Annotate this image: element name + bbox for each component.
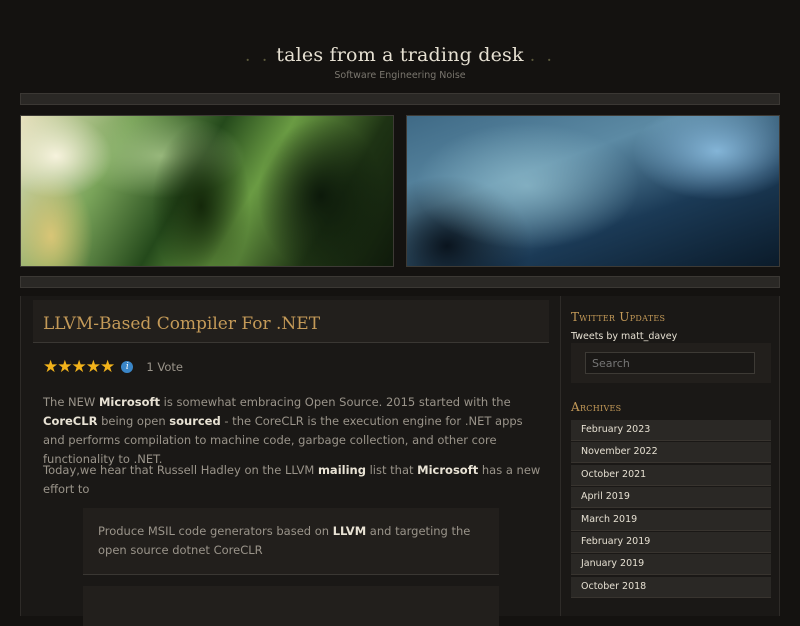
vote-count: 1 Vote	[146, 359, 183, 374]
main-content: LLVM-Based Compiler For .NET ★★★★★ i 1 V…	[20, 296, 561, 626]
text: list that	[365, 463, 418, 477]
archive-link[interactable]: March 2019	[571, 509, 771, 531]
keyword-link[interactable]: sourced	[169, 414, 220, 428]
search-widget	[571, 343, 771, 383]
archive-link[interactable]: November 2022	[571, 442, 771, 464]
post-rating: ★★★★★ i 1 Vote	[43, 356, 183, 377]
archive-link[interactable]: January 2019	[571, 554, 771, 576]
archive-link[interactable]: April 2019	[571, 487, 771, 509]
post-paragraph-2: Today,we hear that Russell Hadley on the…	[43, 461, 543, 499]
blockquote-text: Produce MSIL code generators based on LL…	[98, 522, 488, 560]
text: being open	[97, 414, 170, 428]
title-dots-right: . .	[529, 46, 555, 66]
archive-link[interactable]: February 2023	[571, 420, 771, 441]
header-banner-green	[20, 115, 394, 267]
keyword-link[interactable]: CoreCLR	[43, 414, 97, 428]
site-title-text[interactable]: tales from a trading desk	[276, 44, 523, 66]
post-header: LLVM-Based Compiler For .NET	[33, 300, 549, 343]
post-title[interactable]: LLVM-Based Compiler For .NET	[43, 314, 320, 334]
archive-link[interactable]: October 2021	[571, 464, 771, 486]
blockquote-continued	[83, 586, 499, 626]
header-banner-blue	[406, 115, 780, 267]
archive-link[interactable]: October 2018	[571, 576, 771, 598]
site-header: . . tales from a trading desk. . Software…	[0, 0, 800, 92]
tweets-by-link[interactable]: Tweets by matt_davey	[571, 331, 677, 342]
sidebar: Twitter Updates Tweets by matt_davey Arc…	[560, 296, 780, 616]
twitter-widget-title: Twitter Updates	[571, 310, 666, 324]
text: Produce MSIL code generators based on	[98, 524, 333, 538]
site-tagline: Software Engineering Noise	[334, 70, 466, 81]
site-title[interactable]: . . tales from a trading desk. .	[0, 44, 800, 66]
nav-bar-top	[20, 93, 780, 105]
keyword-link[interactable]: LLVM	[333, 524, 366, 538]
archive-link[interactable]: February 2019	[571, 531, 771, 553]
info-icon[interactable]: i	[121, 360, 134, 373]
nav-bar-bottom	[20, 276, 780, 288]
blockquote: Produce MSIL code generators based on LL…	[83, 508, 499, 575]
post-paragraph-1: The NEW Microsoft is somewhat embracing …	[43, 393, 543, 469]
text: is somewhat embracing Open Source. 2015 …	[159, 395, 511, 409]
keyword-link[interactable]: Microsoft	[99, 395, 160, 409]
keyword-link[interactable]: mailing	[318, 463, 366, 477]
text: The NEW	[43, 395, 99, 409]
keyword-link[interactable]: Microsoft	[417, 463, 478, 477]
text: Today,we hear that Russell Hadley on the…	[43, 463, 318, 477]
star-rating-icons[interactable]: ★★★★★	[43, 357, 115, 377]
search-input[interactable]	[585, 352, 755, 374]
archives-widget-title: Archives	[571, 400, 622, 414]
archives-list: February 2023 November 2022 October 2021…	[571, 420, 771, 599]
title-dots-left: . .	[245, 46, 271, 66]
